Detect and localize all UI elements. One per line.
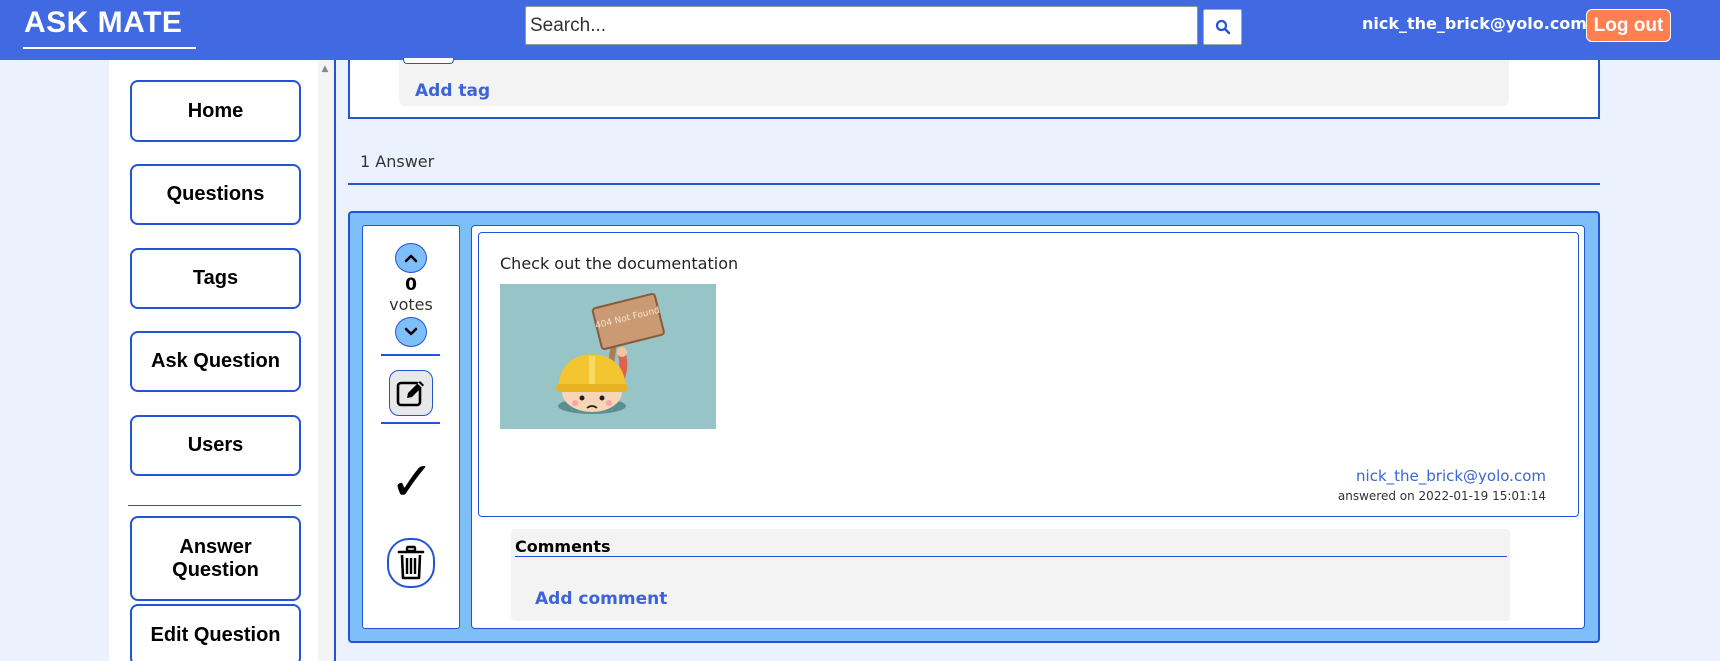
comments-divider bbox=[515, 556, 1507, 557]
answer-author-link[interactable]: nick_the_brick@yolo.com bbox=[1356, 467, 1546, 485]
delete-answer-button[interactable] bbox=[387, 538, 435, 588]
scroll-up-arrow-icon[interactable]: ▲ bbox=[319, 64, 331, 76]
answer-count: 1 Answer bbox=[360, 152, 435, 171]
sidebar-scrollbar[interactable] bbox=[318, 60, 333, 661]
answered-on-timestamp: answered on 2022-01-19 15:01:14 bbox=[1337, 489, 1546, 503]
upvote-button[interactable] bbox=[395, 243, 427, 273]
edit-answer-button[interactable] bbox=[389, 370, 433, 416]
sidebar-item-home[interactable]: Home bbox=[130, 80, 301, 142]
add-comment-link[interactable]: Add comment bbox=[535, 589, 667, 609]
search-icon bbox=[1215, 19, 1230, 35]
search-button[interactable] bbox=[1203, 9, 1242, 45]
sidebar-item-ask-question[interactable]: Ask Question bbox=[130, 331, 301, 392]
add-tag-link[interactable]: Add tag bbox=[415, 81, 490, 101]
comments-title: Comments bbox=[515, 537, 611, 556]
not-found-illustration: 404 Not Found bbox=[500, 284, 716, 429]
main-divider bbox=[334, 60, 336, 661]
votes-label: votes bbox=[389, 295, 433, 314]
answer-image: 404 Not Found bbox=[500, 284, 716, 429]
chevron-down-icon bbox=[404, 327, 418, 336]
app-logo[interactable]: ASK MATE bbox=[24, 6, 182, 40]
current-user-email[interactable]: nick_the_brick@yolo.com bbox=[1362, 14, 1587, 33]
accept-answer-checkmark-icon[interactable]: ✓ bbox=[389, 452, 435, 512]
sidebar-item-tags[interactable]: Tags bbox=[130, 248, 301, 309]
sidebar-divider bbox=[128, 505, 301, 506]
tag-chip[interactable] bbox=[403, 58, 454, 64]
answer-text: Check out the documentation bbox=[500, 254, 739, 273]
downvote-button[interactable] bbox=[395, 317, 427, 347]
answer-count-divider bbox=[348, 183, 1600, 185]
vote-panel-divider-2 bbox=[381, 422, 440, 424]
sidebar-item-users[interactable]: Users bbox=[130, 415, 301, 476]
sidebar-item-questions[interactable]: Questions bbox=[130, 164, 301, 225]
edit-question-button[interactable]: Edit Question bbox=[130, 604, 301, 661]
logout-button[interactable]: Log out bbox=[1586, 9, 1671, 42]
logo-underline bbox=[23, 47, 196, 49]
edit-icon bbox=[396, 381, 424, 407]
chevron-up-icon bbox=[404, 254, 418, 263]
trash-icon bbox=[397, 545, 425, 580]
vote-count: 0 bbox=[405, 275, 417, 295]
tag-area bbox=[399, 60, 1509, 106]
answer-question-button[interactable]: Answer Question bbox=[130, 516, 301, 601]
search-input[interactable] bbox=[525, 6, 1198, 45]
vote-panel-divider bbox=[381, 354, 440, 356]
